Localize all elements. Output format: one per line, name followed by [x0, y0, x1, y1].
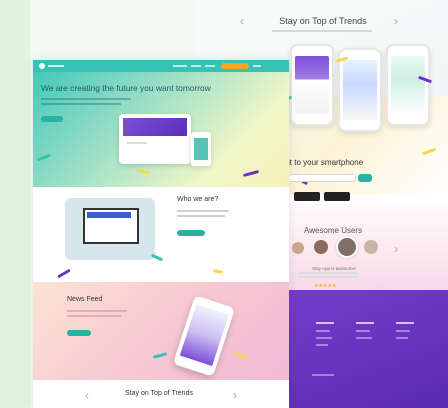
send-button[interactable] — [358, 174, 372, 182]
smartphone-heading: it to your smartphone — [288, 158, 364, 167]
news-text — [67, 310, 127, 312]
who-button[interactable] — [177, 230, 205, 236]
hero-subtext — [41, 103, 121, 105]
chevron-left-icon[interactable]: ‹ — [240, 14, 244, 28]
footer-column-heading — [356, 322, 374, 324]
footer-copyright — [312, 374, 334, 376]
hero-subtext — [41, 98, 131, 100]
trends-bottom-title: Stay on Top of Trends — [125, 390, 193, 397]
hero-title: We are creating the future you want tomo… — [41, 83, 211, 93]
chevron-left-icon[interactable]: ‹ — [85, 388, 89, 402]
chevron-right-icon[interactable]: › — [394, 242, 398, 256]
trends-title: Stay on Top of Trends — [279, 16, 367, 26]
footer-link[interactable] — [356, 330, 370, 332]
footer-link[interactable] — [316, 337, 332, 339]
testimonial-text — [298, 276, 358, 278]
nav-link[interactable] — [173, 65, 187, 67]
office-image — [65, 198, 155, 260]
phone-mockup-1 — [290, 44, 334, 126]
nav-link[interactable] — [253, 65, 261, 67]
trends-subtext — [272, 30, 372, 32]
hero-cta-button[interactable] — [41, 116, 63, 122]
news-text — [67, 315, 121, 317]
footer-link[interactable] — [316, 330, 330, 332]
avatar[interactable] — [292, 242, 304, 254]
avatar[interactable] — [336, 236, 358, 258]
app-store-badge[interactable] — [294, 192, 320, 201]
footer-link[interactable] — [316, 344, 328, 346]
logo-text — [48, 65, 64, 67]
phone-mockup-2 — [338, 48, 382, 132]
testimonial-text — [298, 272, 358, 274]
footer-link[interactable] — [396, 337, 408, 339]
awesome-users-heading: Awesome Users — [304, 226, 363, 235]
footer-link[interactable] — [356, 337, 372, 339]
left-background — [0, 0, 30, 408]
who-text — [177, 215, 225, 217]
laptop-text — [127, 142, 147, 144]
logo-icon[interactable] — [39, 63, 45, 69]
who-title: Who we are? — [177, 196, 219, 203]
footer-column-heading — [316, 322, 334, 324]
phone-screen — [194, 138, 208, 160]
laptop-mockup — [119, 114, 191, 164]
footer-link[interactable] — [396, 330, 410, 332]
footer-column-heading — [396, 322, 414, 324]
chevron-right-icon[interactable]: › — [233, 388, 237, 402]
phone-mockup-3 — [386, 44, 430, 126]
who-text — [177, 210, 229, 212]
news-title: News Feed — [67, 296, 103, 303]
download-button[interactable] — [221, 63, 249, 69]
testimonial-heading: Stay App is awesome! — [312, 266, 357, 271]
phone-input[interactable] — [288, 174, 356, 182]
chevron-right-icon[interactable]: › — [394, 14, 398, 28]
main-page: We are creating the future you want tomo… — [33, 60, 289, 408]
avatar[interactable] — [364, 240, 378, 254]
laptop-screen-header — [123, 118, 187, 136]
avatar[interactable] — [314, 240, 328, 254]
nav-link[interactable] — [205, 65, 215, 67]
monitor-screen-bar — [87, 212, 131, 218]
rating-stars: ★★★★★ — [314, 283, 337, 289]
phone-mockup — [191, 132, 211, 166]
nav-link[interactable] — [191, 65, 201, 67]
news-button[interactable] — [67, 330, 91, 336]
google-play-badge[interactable] — [324, 192, 350, 201]
top-nav — [33, 60, 289, 72]
